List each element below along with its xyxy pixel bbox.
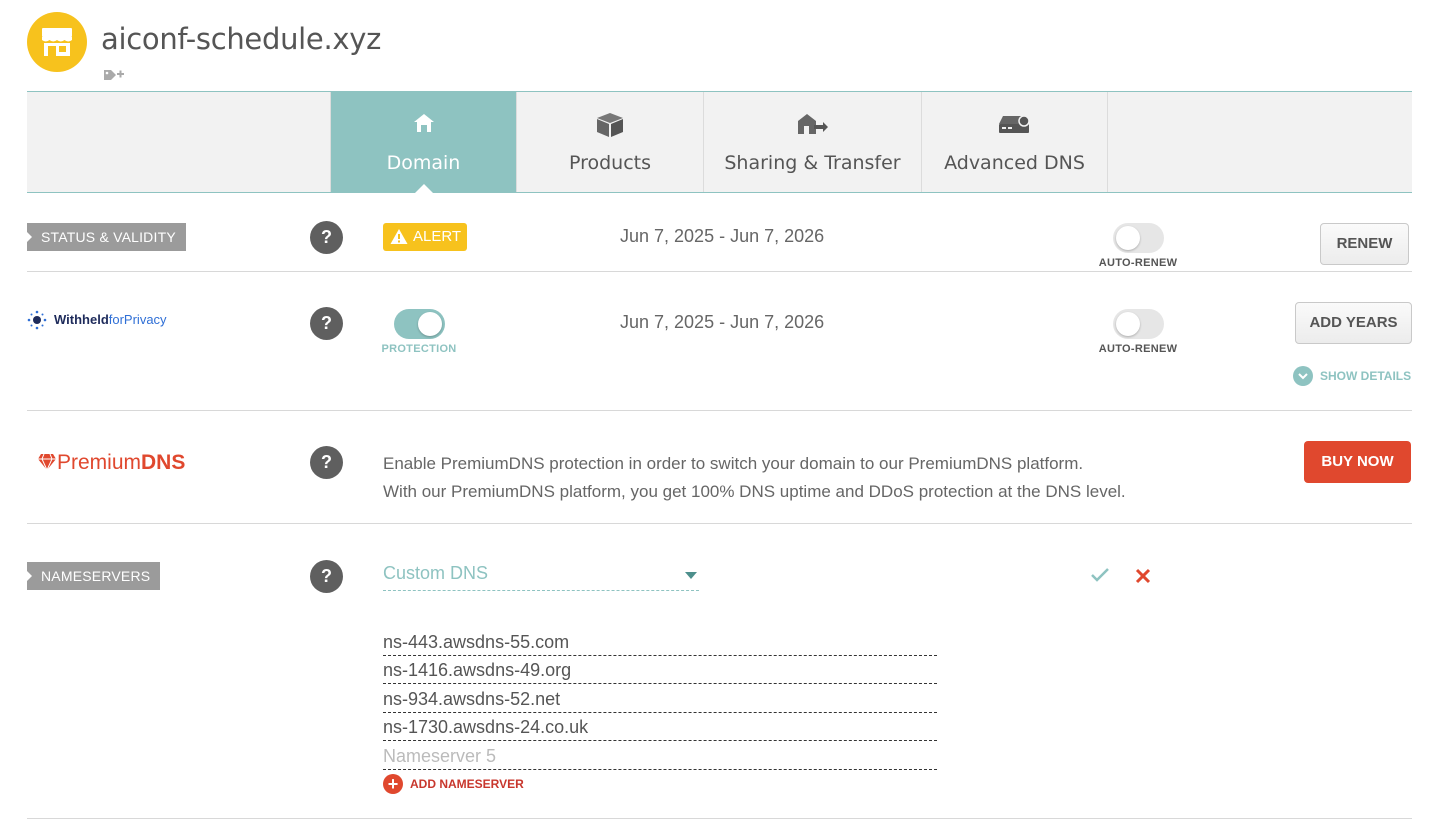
- alert-text: ALERT: [413, 228, 462, 245]
- tab-label: Domain: [386, 152, 461, 174]
- renew-button[interactable]: RENEW: [1320, 223, 1409, 265]
- domain-title: aiconf-schedule.xyz: [101, 22, 382, 56]
- logo-text-bold: DNS: [141, 451, 186, 474]
- nameserver-input-1[interactable]: ns-443.awsdns-55.com: [383, 628, 937, 656]
- add-nameserver-label: ADD NAMESERVER: [410, 777, 524, 791]
- chevron-down-icon: [1293, 366, 1313, 386]
- caret-down-icon: [685, 572, 697, 579]
- storefront-icon: [42, 28, 72, 56]
- nameserver-input-3[interactable]: ns-934.awsdns-52.net: [383, 685, 937, 713]
- divider: [27, 523, 1412, 524]
- add-years-button[interactable]: ADD YEARS: [1295, 302, 1412, 344]
- divider: [27, 410, 1412, 411]
- help-icon[interactable]: ?: [310, 560, 343, 593]
- premium-dns-logo: PremiumDNS: [37, 451, 185, 475]
- privacy-dates: Jun 7, 2025 - Jun 7, 2026: [620, 312, 825, 332]
- privacy-logo-icon: [27, 310, 47, 330]
- status-validity-label: STATUS & VALIDITY: [27, 223, 186, 251]
- nameserver-type-select[interactable]: Custom DNS: [383, 563, 699, 591]
- nameserver-input-4[interactable]: ns-1730.awsdns-24.co.uk: [383, 713, 937, 741]
- withheld-for-privacy-logo: WithheldforPrivacy: [27, 310, 167, 330]
- protection-caption: PROTECTION: [381, 343, 457, 355]
- domain-avatar: [27, 12, 87, 72]
- domain-tabs: Domain Products Sharing & Transfer Advan…: [27, 91, 1412, 193]
- help-icon[interactable]: ?: [310, 307, 343, 340]
- add-tag-icon[interactable]: [103, 68, 125, 87]
- show-details-label: SHOW DETAILS: [1320, 369, 1412, 383]
- tab-products[interactable]: Products: [516, 92, 703, 192]
- auto-renew-toggle[interactable]: [1113, 223, 1164, 253]
- house-transfer-icon: [797, 112, 829, 141]
- nameservers-label: NAMESERVERS: [27, 562, 161, 590]
- tab-sharing-transfer[interactable]: Sharing & Transfer: [703, 92, 921, 192]
- protection-toggle[interactable]: [394, 309, 445, 339]
- nameserver-input-5[interactable]: Nameserver 5: [383, 742, 937, 770]
- nameserver-input-2[interactable]: ns-1416.awsdns-49.org: [383, 656, 937, 684]
- diamond-icon: [38, 453, 56, 472]
- tab-advanced-dns[interactable]: Advanced DNS: [921, 92, 1108, 192]
- tab-label: Sharing & Transfer: [724, 152, 901, 174]
- server-icon: [998, 112, 1031, 141]
- privacy-auto-renew-toggle[interactable]: [1113, 309, 1164, 339]
- show-details-link[interactable]: SHOW DETAILS: [1293, 366, 1411, 386]
- tab-label: Products: [568, 152, 652, 174]
- help-icon[interactable]: ?: [310, 221, 343, 254]
- auto-renew-caption: AUTO-RENEW: [1098, 343, 1178, 355]
- buy-now-button[interactable]: BUY NOW: [1304, 441, 1411, 483]
- home-icon: [413, 112, 435, 139]
- warning-icon: [390, 229, 408, 244]
- confirm-check-icon[interactable]: [1090, 566, 1110, 589]
- logo-text-bold: Withheld: [54, 312, 109, 327]
- plus-circle-icon: +: [383, 774, 403, 794]
- cancel-x-icon[interactable]: [1134, 567, 1152, 590]
- tab-domain[interactable]: Domain: [330, 92, 516, 193]
- logo-text: Premium: [57, 451, 142, 474]
- divider: [27, 271, 1412, 272]
- description-line: With our PremiumDNS platform, you get 10…: [383, 482, 1126, 501]
- box-icon: [596, 112, 624, 143]
- help-icon[interactable]: ?: [310, 446, 343, 479]
- auto-renew-caption: AUTO-RENEW: [1098, 257, 1178, 269]
- description-line: Enable PremiumDNS protection in order to…: [383, 454, 1084, 473]
- premium-dns-description: Enable PremiumDNS protection in order to…: [383, 450, 1126, 506]
- validity-dates: Jun 7, 2025 - Jun 7, 2026: [620, 226, 825, 246]
- logo-text-rest: forPrivacy: [108, 312, 167, 327]
- select-value: Custom DNS: [383, 563, 489, 583]
- tab-label: Advanced DNS: [944, 152, 1085, 174]
- alert-badge: ALERT: [383, 223, 467, 251]
- add-nameserver-link[interactable]: + ADD NAMESERVER: [383, 774, 524, 794]
- divider: [27, 818, 1412, 819]
